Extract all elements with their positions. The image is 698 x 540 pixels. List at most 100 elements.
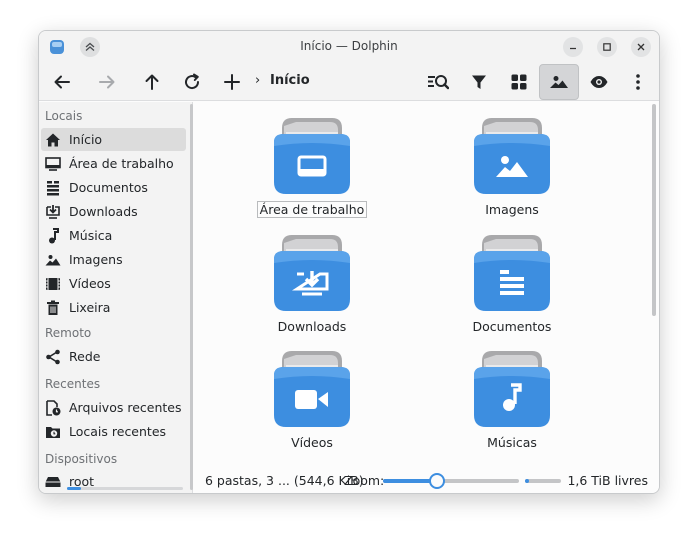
folder-item[interactable]: Documentos (432, 233, 592, 343)
folder-item[interactable]: Área de trabalho (232, 116, 392, 226)
icons-view-button[interactable] (504, 67, 534, 97)
section-heading-locais: Locais (45, 109, 83, 123)
filter-button[interactable] (464, 67, 494, 97)
sidebar-item-label: Música (69, 228, 113, 243)
filter-icon (472, 75, 486, 89)
places-panel: Locais Início Área de trabalho Documento… (39, 102, 193, 493)
kebab-menu-icon (636, 74, 640, 90)
plus-icon (224, 74, 240, 90)
sidebar-item-label: Início (69, 132, 103, 147)
search-list-icon (428, 75, 449, 90)
sidebar-item-label: Vídeos (69, 276, 111, 291)
zoom-slider-handle[interactable] (429, 473, 446, 489)
folder-item[interactable]: Vídeos (232, 349, 392, 459)
status-bar: 6 pastas, 3 ... (544,6 KiB) Zoom: 1,6 Ti… (194, 467, 659, 493)
sidebar-item-label: Imagens (69, 252, 123, 267)
zoom-slider[interactable] (383, 473, 519, 489)
free-space-fill (525, 479, 530, 483)
eye-icon (590, 76, 608, 88)
sidebar-item-label: Área de trabalho (69, 156, 174, 171)
videos-icon (46, 277, 60, 290)
desktop-icon (45, 156, 61, 171)
status-summary: 6 pastas, 3 ... (544,6 KiB) (205, 473, 364, 488)
image-icon (550, 76, 568, 88)
folder-item[interactable]: Downloads (232, 233, 392, 343)
sidebar-item-label: Rede (69, 349, 101, 364)
maximize-icon (603, 43, 611, 51)
show-panel-button[interactable] (584, 67, 614, 97)
sidebar-item-documentos[interactable]: Documentos (41, 176, 186, 199)
folder-label: Área de trabalho (232, 201, 392, 218)
sidebar-scrollbar[interactable] (190, 104, 193, 490)
sidebar-item-rede[interactable]: Rede (41, 345, 186, 368)
toolbar: › Início (39, 63, 659, 101)
breadcrumb-location[interactable]: Início (270, 73, 310, 88)
sidebar-item-label: Documentos (69, 180, 148, 195)
maximize-button[interactable] (597, 37, 617, 57)
section-heading-remoto: Remoto (45, 326, 92, 340)
arrow-left-icon (54, 75, 70, 89)
new-button[interactable] (217, 67, 247, 97)
folder-label: Vídeos (291, 435, 333, 450)
up-button[interactable] (137, 67, 167, 97)
breadcrumb-separator: › (255, 73, 261, 88)
sidebar-item-label: Lixeira (69, 300, 111, 315)
root-usage-bar (67, 487, 183, 490)
title-bar: Início — Dolphin (39, 31, 659, 63)
close-icon (637, 43, 645, 51)
images-icon (45, 254, 61, 265)
home-icon (46, 133, 60, 146)
preview-toggle-button[interactable] (539, 64, 579, 100)
images-folder-icon (474, 118, 550, 194)
trash-icon (47, 300, 59, 315)
desktop-folder-icon (274, 118, 350, 194)
free-space-bar (525, 479, 561, 483)
sidebar-item-imagens[interactable]: Imagens (41, 248, 186, 271)
sidebar-item-label: Downloads (69, 204, 138, 219)
zoom-label: Zoom: (344, 473, 385, 488)
downloads-icon (46, 205, 60, 219)
dolphin-window: Início — Dolphin › Início Locais Início … (38, 30, 660, 494)
downloads-folder-icon (274, 235, 350, 311)
free-space-label: 1,6 TiB livres (567, 473, 648, 488)
back-button[interactable] (47, 67, 77, 97)
recent-locations-icon (46, 426, 60, 438)
folder-label: Documentos (472, 319, 552, 334)
minimize-icon (570, 47, 576, 50)
network-icon (46, 349, 60, 364)
sidebar-item-area-de-trabalho[interactable]: Área de trabalho (41, 152, 186, 175)
sidebar-item-label: Locais recentes (69, 424, 167, 439)
sidebar-item-downloads[interactable]: Downloads (41, 200, 186, 223)
view-grid-icon (511, 74, 527, 90)
sidebar-item-lixeira[interactable]: Lixeira (41, 296, 186, 319)
close-button[interactable] (631, 37, 651, 57)
sidebar-item-videos[interactable]: Vídeos (41, 272, 186, 295)
reload-icon (185, 73, 200, 90)
search-button[interactable] (423, 67, 453, 97)
sidebar-item-locais-recentes[interactable]: Locais recentes (41, 420, 186, 443)
sidebar-item-inicio[interactable]: Início (41, 128, 186, 151)
drive-icon (45, 476, 61, 487)
minimize-button[interactable] (563, 37, 583, 57)
folder-label: Músicas (487, 435, 537, 450)
file-view: Área de trabalho Imagens Downloads Document… (194, 102, 659, 467)
arrow-right-icon (99, 75, 115, 89)
folder-label: Downloads (277, 319, 347, 334)
folder-label: Imagens (485, 202, 539, 217)
sidebar-item-arquivos-recentes[interactable]: Arquivos recentes (41, 396, 186, 419)
arrow-up-icon (145, 74, 159, 90)
section-heading-dispositivos: Dispositivos (45, 452, 118, 466)
reload-button[interactable] (177, 67, 207, 97)
documents-folder-icon (474, 235, 550, 311)
recent-files-icon (46, 399, 61, 416)
menu-button[interactable] (623, 67, 653, 97)
videos-folder-icon (274, 351, 350, 427)
forward-button[interactable] (92, 67, 122, 97)
music-icon (49, 227, 59, 243)
sidebar-item-musica[interactable]: Música (41, 224, 186, 247)
folder-item[interactable]: Imagens (432, 116, 592, 226)
file-view-scrollbar[interactable] (652, 104, 656, 316)
folder-item[interactable]: Músicas (432, 349, 592, 459)
section-heading-recentes: Recentes (45, 377, 101, 391)
sidebar-item-label: Arquivos recentes (69, 400, 182, 415)
